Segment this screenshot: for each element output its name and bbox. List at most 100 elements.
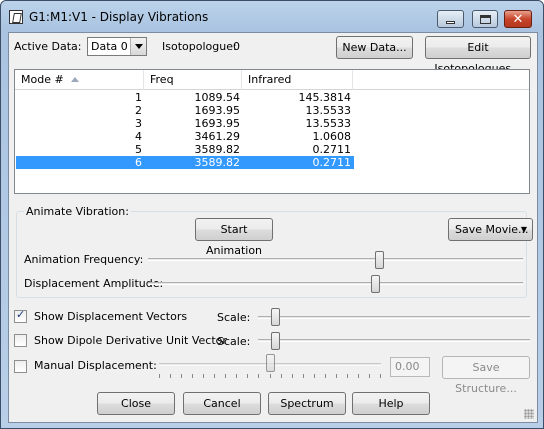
table-row[interactable]: 3 1693.95 13.5533 <box>16 117 354 130</box>
table-cell-ir: 0.2711 <box>312 156 352 169</box>
table-row[interactable]: 6 3589.82 0.2711 <box>16 156 354 169</box>
close-button[interactable]: Close <box>97 392 175 415</box>
show-displacement-vectors-checkbox[interactable] <box>14 308 27 323</box>
dipole-scale-label: Scale: <box>217 335 251 348</box>
slider-tick <box>347 374 348 378</box>
save-movie-button[interactable]: Save Movie... ▼ <box>448 218 533 241</box>
table-row[interactable]: 2 1693.95 13.5533 <box>16 104 354 117</box>
manual-displacement-value[interactable]: 0.00 <box>390 357 430 377</box>
display-vibrations-window: G1:M1:V1 - Display Vibrations ✕ Active D… <box>0 0 544 429</box>
slider-tick <box>181 374 182 378</box>
manual-displacement-label: Manual Displacement: <box>34 359 157 372</box>
table-cell-ir: 13.5533 <box>305 104 352 117</box>
displacement-amplitude-thumb[interactable] <box>371 275 380 293</box>
close-icon: ✕ <box>512 11 524 27</box>
vectors-scale-thumb[interactable] <box>271 308 280 326</box>
title-bar[interactable]: G1:M1:V1 - Display Vibrations ✕ <box>1 1 543 33</box>
slider-tick <box>247 374 248 378</box>
vectors-scale-label: Scale: <box>217 311 251 324</box>
show-dipole-vector-checkbox[interactable] <box>14 334 27 347</box>
slider-tick <box>203 374 204 378</box>
spectrum-button[interactable]: Spectrum <box>268 392 346 415</box>
table-cell-ir: 145.3814 <box>298 91 352 104</box>
animation-frequency-label: Animation Frequency: <box>24 253 144 266</box>
table-cell-freq: 3461.29 <box>194 130 241 143</box>
table-row[interactable]: 5 3589.82 0.2711 <box>16 143 354 156</box>
edit-isotopologues-button[interactable]: Edit Isotopologues... <box>425 36 531 75</box>
start-animation-button[interactable]: Start Animation <box>195 218 273 257</box>
table-cell-ir: 0.2711 <box>312 143 352 156</box>
show-dipole-vector-label: Show Dipole Derivative Unit Vector <box>34 334 227 347</box>
window-title: G1:M1:V1 - Display Vibrations <box>29 10 209 24</box>
table-cell-mode: 6 <box>135 156 142 169</box>
new-data-button[interactable]: New Data... <box>336 36 413 59</box>
table-cell-mode: 1 <box>135 91 142 104</box>
vibrations-table[interactable]: Mode # Freq Infrared 1 1089.54 145.3814 2 16… <box>14 69 530 194</box>
table-cell-mode: 2 <box>135 104 142 117</box>
column-header-freq[interactable]: Freq <box>144 70 242 90</box>
table-cell-mode: 4 <box>135 130 142 143</box>
table-row[interactable]: 1 1089.54 145.3814 <box>16 91 354 104</box>
manual-displacement-checkbox[interactable] <box>14 360 27 373</box>
slider-tick <box>336 374 337 378</box>
maximize-icon <box>479 14 491 24</box>
slider-tick <box>270 374 271 378</box>
minimize-icon <box>446 20 455 24</box>
save-structure-button[interactable]: Save Structure... <box>442 356 530 395</box>
dipole-scale-thumb[interactable] <box>271 332 280 350</box>
animate-vibration-label: Animate Vibration: <box>24 205 131 218</box>
app-icon <box>9 10 23 24</box>
displacement-amplitude-label: Displacement Amplitude: <box>24 277 164 290</box>
help-button[interactable]: Help <box>352 392 430 415</box>
slider-tick <box>236 374 237 378</box>
table-cell-freq: 1693.95 <box>194 117 241 130</box>
table-cell-ir: 1.0608 <box>312 130 352 143</box>
table-cell-ir: 13.5533 <box>305 117 352 130</box>
active-data-value: Data 0 <box>91 40 128 53</box>
slider-tick <box>214 374 215 378</box>
dropdown-arrow-icon: ▼ <box>520 225 527 234</box>
column-header-infrared[interactable]: Infrared <box>242 70 353 90</box>
slider-tick <box>225 374 226 378</box>
slider-tick <box>281 374 282 378</box>
table-row[interactable]: 4 3461.29 1.0608 <box>16 130 354 143</box>
slider-tick <box>303 374 304 378</box>
column-header-mode[interactable]: Mode # <box>15 70 144 90</box>
animate-vibration-group: Animate Vibration: Start Animation Save … <box>16 205 533 298</box>
maximize-button[interactable] <box>472 10 498 28</box>
table-cell-freq: 3589.82 <box>194 156 241 169</box>
slider-tick <box>292 374 293 378</box>
dialog-body: Active Data: Data 0 Isotopologue: 0 New … <box>8 32 538 423</box>
active-data-select[interactable]: Data 0 <box>87 37 147 56</box>
slider-tick <box>325 374 326 378</box>
table-header: Mode # Freq Infrared <box>15 70 529 90</box>
slider-tick <box>369 374 370 378</box>
table-cell-freq: 3589.82 <box>194 143 241 156</box>
dropdown-arrow-icon[interactable] <box>130 38 146 55</box>
table-cell-freq: 1089.54 <box>194 91 241 104</box>
table-cell-mode: 3 <box>135 117 142 130</box>
isotopologue-value: 0 <box>233 40 240 53</box>
close-window-button[interactable]: ✕ <box>504 10 532 28</box>
slider-tick <box>192 374 193 378</box>
show-displacement-vectors-label: Show Displacement Vectors <box>34 310 188 323</box>
table-cell-mode: 5 <box>135 143 142 156</box>
slider-tick <box>170 374 171 378</box>
slider-tick <box>380 374 381 378</box>
resize-grip-icon[interactable] <box>524 409 534 419</box>
manual-displacement-thumb[interactable] <box>266 354 275 372</box>
minimize-button[interactable] <box>437 10 464 28</box>
sort-ascending-icon <box>71 77 79 82</box>
cancel-button[interactable]: Cancel <box>183 392 261 415</box>
displacement-amplitude-slider[interactable] <box>148 282 523 285</box>
animation-frequency-thumb[interactable] <box>375 251 384 269</box>
slider-tick <box>258 374 259 378</box>
slider-tick <box>358 374 359 378</box>
vectors-scale-slider[interactable] <box>258 316 530 319</box>
isotopologue-label: Isotopologue: <box>162 40 237 53</box>
table-cell-freq: 1693.95 <box>194 104 241 117</box>
slider-tick <box>314 374 315 378</box>
dipole-scale-slider[interactable] <box>258 339 530 342</box>
animation-frequency-slider[interactable] <box>148 258 523 261</box>
manual-displacement-ticks <box>159 374 381 378</box>
